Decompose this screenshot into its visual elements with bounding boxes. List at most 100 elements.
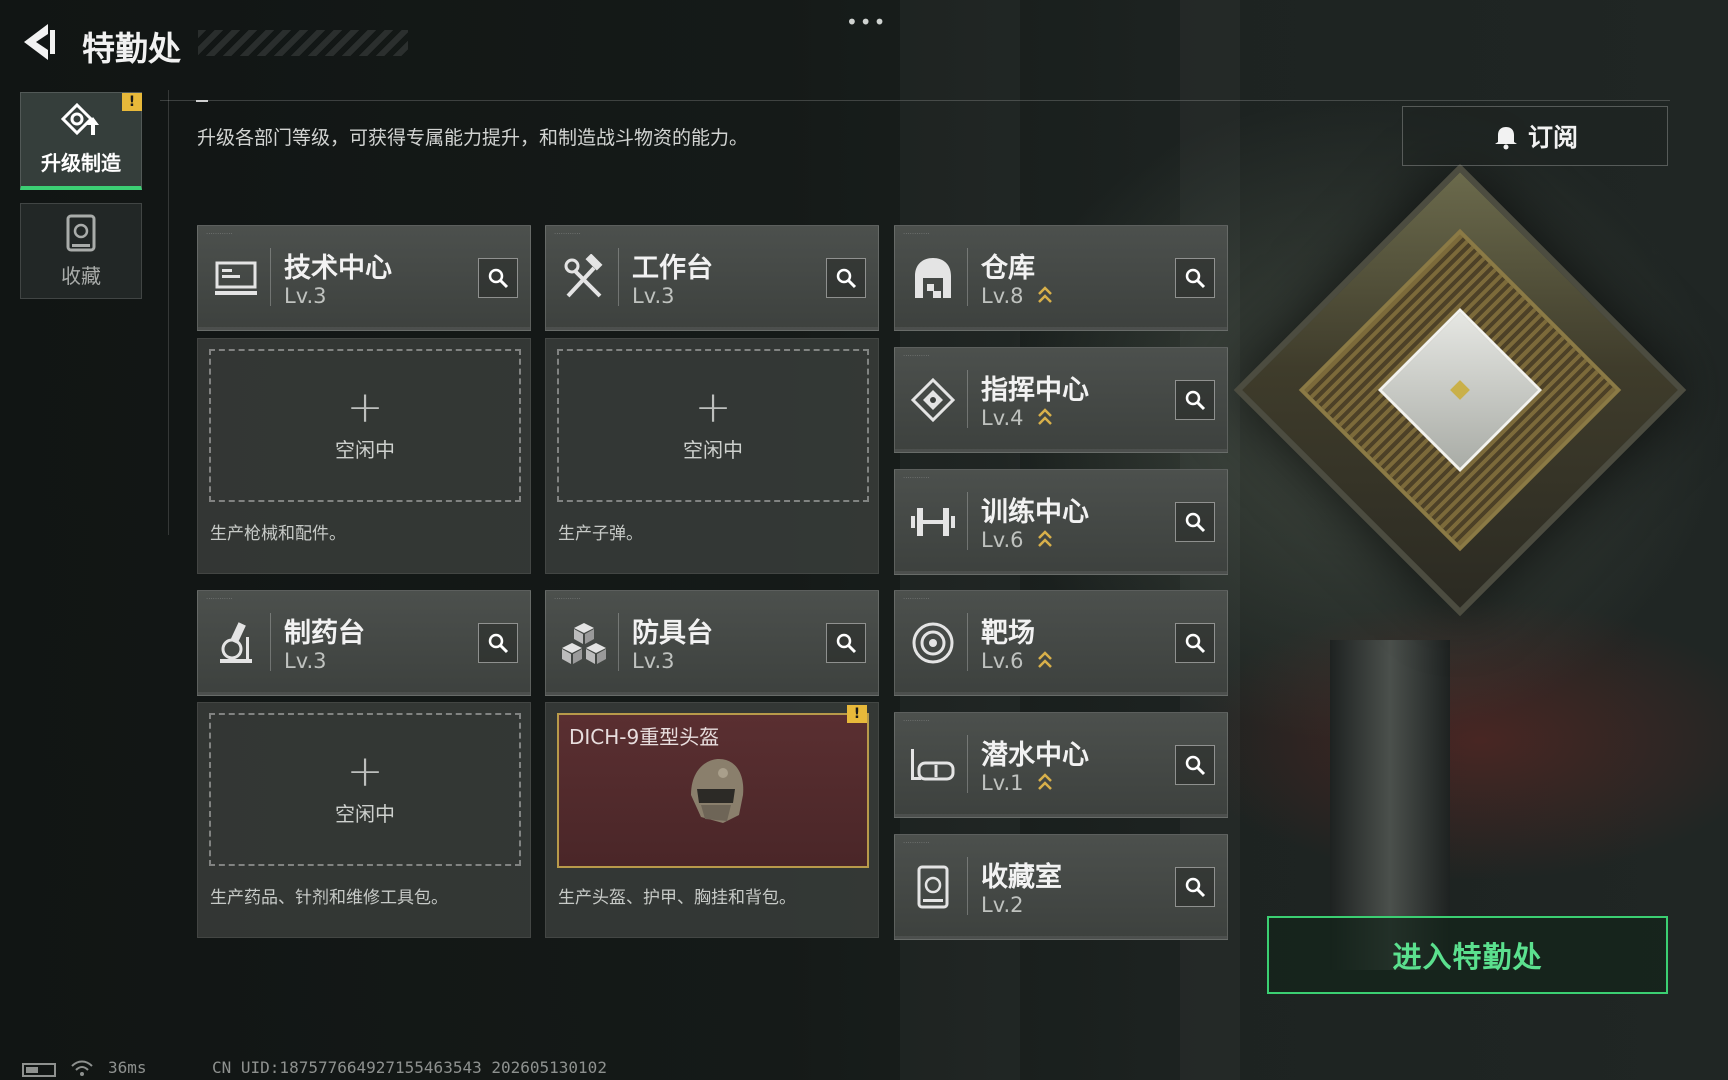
search-button[interactable] (478, 258, 518, 298)
subscribe-label: 订阅 (1527, 123, 1578, 152)
tab-upgrade-build[interactable]: 升级制造 ! (20, 92, 142, 190)
search-button[interactable] (1175, 502, 1215, 542)
facility-level: Lv.3 (632, 284, 675, 308)
search-button[interactable] (1175, 745, 1215, 785)
wifi-icon (71, 1060, 93, 1076)
facility-cube-artwork (1230, 160, 1690, 620)
target-icon (912, 622, 954, 664)
item-name: DICH-9重型头盔 (569, 725, 720, 749)
facility-name: 技术中心 (284, 253, 392, 284)
empty-slot[interactable]: + 空闲中 (209, 349, 521, 502)
facility-name: 仓库 (981, 253, 1035, 284)
facility-name: 潜水中心 (981, 740, 1089, 771)
search-button[interactable] (1175, 258, 1215, 298)
enter-label: 进入特勤处 (1392, 940, 1543, 974)
facility-card-training-center[interactable]: ············ 训练中心 Lv.6 (894, 469, 1228, 575)
helmet-icon (691, 759, 744, 823)
search-button[interactable] (1175, 623, 1215, 663)
facility-level: Lv.2 (981, 893, 1024, 917)
facility-card-pharmacy[interactable]: ············ 制药台 Lv.3 (197, 590, 531, 696)
facility-card-tech-center[interactable]: ············ 技术中心 Lv.3 (197, 225, 531, 331)
upgrade-available-icon (1038, 773, 1052, 790)
slot-description: 生产头盔、护甲、胸挂和背包。 (558, 888, 796, 908)
search-icon (1185, 877, 1206, 898)
facility-card-workbench[interactable]: ············ 工作台 Lv.3 (545, 225, 879, 331)
facility-card-collection-room[interactable]: ············ 收藏室 Lv.2 (894, 834, 1228, 940)
monitor-icon (215, 261, 257, 295)
add-icon: + (694, 382, 732, 433)
facility-card-command-center[interactable]: ············ 指挥中心 Lv.4 (894, 347, 1228, 453)
facility-name: 指挥中心 (981, 375, 1089, 406)
upgrade-build-icon (61, 103, 99, 136)
menu-dots-icon[interactable]: ••• (846, 10, 887, 34)
search-button[interactable] (1175, 380, 1215, 420)
warning-badge: ! (847, 705, 867, 723)
facility-name: 收藏室 (981, 862, 1062, 893)
battery-icon (22, 1063, 56, 1077)
search-button[interactable] (826, 623, 866, 663)
slot-status: 空闲中 (335, 802, 395, 826)
slot-description: 生产枪械和配件。 (210, 524, 346, 544)
tab-label: 收藏 (61, 263, 101, 288)
production-slot[interactable]: + 空闲中 生产子弹。 (545, 338, 879, 574)
dumbbell-icon (911, 508, 955, 536)
title-decoration (198, 30, 408, 56)
facility-card-shooting-range[interactable]: ············ 靶场 Lv.6 (894, 590, 1228, 696)
upgrade-available-icon (1038, 651, 1052, 668)
production-slot[interactable]: DICH-9重型头盔 ! 生产头盔、护甲、胸挂和背包。 (545, 702, 879, 938)
tab-label: 升级制造 (41, 151, 121, 175)
facility-level: Lv.6 (981, 528, 1024, 552)
facility-level: Lv.4 (981, 406, 1024, 430)
command-icon (910, 377, 956, 423)
warning-badge: ! (122, 93, 142, 111)
ping-display: 36ms (108, 1058, 147, 1077)
uid-display: CN UID:1875776649271554635​43 2026051301… (212, 1058, 607, 1077)
facility-level: Lv.1 (981, 771, 1024, 795)
search-icon (488, 633, 509, 654)
back-button[interactable] (18, 20, 58, 64)
search-icon (836, 268, 857, 289)
facility-name: 制药台 (284, 618, 365, 649)
search-icon (1185, 633, 1206, 654)
facility-level: Lv.8 (981, 284, 1024, 308)
facility-level: Lv.3 (284, 649, 327, 673)
search-button[interactable] (1175, 867, 1215, 907)
facility-card-diving-center[interactable]: ············ 潜水中心 Lv.1 (894, 712, 1228, 818)
microscope-icon (220, 622, 252, 663)
page-title: 特勤处 (82, 29, 181, 68)
facility-level: Lv.3 (632, 649, 675, 673)
search-icon (1185, 268, 1206, 289)
warehouse-icon (915, 258, 951, 298)
search-button[interactable] (826, 258, 866, 298)
search-button[interactable] (478, 623, 518, 663)
facility-name: 工作台 (632, 253, 713, 284)
divider (168, 90, 169, 535)
tab-collection[interactable]: 收藏 (20, 203, 142, 299)
cubes-icon (562, 623, 606, 664)
facility-name: 训练中心 (981, 497, 1089, 528)
production-slot[interactable]: + 空闲中 生产枪械和配件。 (197, 338, 531, 574)
upgrade-available-icon (1038, 530, 1052, 547)
production-slot[interactable]: + 空闲中 生产药品、针剂和维修工具包。 (197, 702, 531, 938)
add-icon: + (346, 382, 384, 433)
facility-card-armor-bench[interactable]: ············ 防具台 Lv.3 (545, 590, 879, 696)
collection-icon (66, 214, 96, 251)
crafting-item[interactable]: DICH-9重型头盔 (557, 713, 869, 868)
empty-slot[interactable]: + 空闲中 (209, 713, 521, 866)
empty-slot[interactable]: + 空闲中 (557, 349, 869, 502)
search-icon (1185, 390, 1206, 411)
back-arrow-icon (24, 24, 55, 60)
subscribe-button[interactable]: 订阅 (1402, 106, 1668, 166)
diving-mask-icon (911, 749, 955, 781)
facility-card-warehouse[interactable]: ············ 仓库 Lv.8 (894, 225, 1228, 331)
search-icon (1185, 512, 1206, 533)
bell-icon (1494, 127, 1517, 150)
search-icon (1185, 755, 1206, 776)
slot-description: 生产药品、针剂和维修工具包。 (210, 888, 448, 908)
facility-name: 防具台 (632, 618, 713, 649)
facility-level: Lv.6 (981, 649, 1024, 673)
slot-status: 空闲中 (683, 438, 743, 462)
search-icon (488, 268, 509, 289)
upgrade-available-icon (1038, 408, 1052, 425)
enter-special-ops-button[interactable]: 进入特勤处 (1267, 916, 1668, 994)
